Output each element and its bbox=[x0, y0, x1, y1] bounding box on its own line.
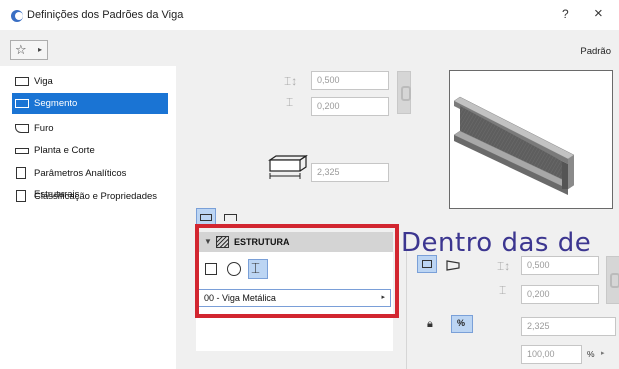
beam-width-icon: ⌶↕ bbox=[497, 259, 511, 273]
beam-length-icon bbox=[268, 154, 308, 179]
link-dimensions-toggle[interactable] bbox=[397, 71, 411, 114]
caret-right-icon[interactable]: ▸ bbox=[601, 349, 605, 357]
highlight-box bbox=[195, 224, 399, 318]
window-title: Definições dos Padrões da Viga bbox=[27, 9, 184, 21]
overlay-caption: Dentro das de bbox=[401, 228, 592, 258]
frame-icon bbox=[224, 214, 237, 221]
beam-icon bbox=[15, 77, 29, 86]
classification-icon bbox=[16, 190, 26, 202]
sidebar-item-label: Planta e Corte bbox=[34, 145, 95, 156]
app-logo-icon bbox=[11, 10, 23, 22]
beam-height-icon: ⌶ bbox=[499, 283, 507, 297]
right-width-input[interactable]: 0,500 bbox=[521, 256, 599, 275]
sidebar-item-planta-e-corte[interactable]: Planta e Corte bbox=[12, 140, 168, 161]
beam-height-input[interactable]: 0,200 bbox=[311, 97, 389, 116]
beam-height-icon: ⌶ bbox=[286, 95, 294, 109]
sidebar-item-furo[interactable]: Furo bbox=[12, 118, 168, 139]
rectangle-icon bbox=[200, 214, 212, 221]
sidebar-item-classificacao[interactable]: Classificação e Propriedades bbox=[12, 186, 168, 207]
sidebar-item-label: Furo bbox=[34, 123, 54, 134]
close-button[interactable]: × bbox=[594, 5, 603, 22]
favorites-button[interactable]: ☆ ▸ bbox=[10, 40, 48, 60]
rectangle-icon bbox=[422, 260, 432, 268]
sidebar-item-label: Classificação e Propriedades bbox=[34, 191, 158, 202]
percent-value-input[interactable]: 100,00 bbox=[521, 345, 582, 364]
beam-length-input[interactable]: 2,325 bbox=[311, 163, 389, 182]
right-height-input[interactable]: 0,200 bbox=[521, 285, 599, 304]
sidebar-item-segmento[interactable]: Segmento bbox=[12, 93, 168, 114]
beam-width-icon: ⌶↕ bbox=[284, 74, 298, 88]
preset-name: Padrão bbox=[580, 46, 611, 57]
right-length-input[interactable]: 2,325 bbox=[521, 317, 616, 336]
star-icon: ☆ bbox=[15, 42, 27, 57]
overlapping-settings-panel: ⌶↕ 0,500 ⌶ 0,200 🔒︎ % 2,325 100,00 % ▸ bbox=[406, 249, 619, 369]
sidebar-item-parametros-analiticos[interactable]: Parâmetros Analíticos Estruturais bbox=[12, 163, 168, 200]
percent-unit-label: % bbox=[587, 349, 595, 359]
right-link-toggle[interactable] bbox=[606, 256, 619, 304]
sidebar-item-viga[interactable]: Viga bbox=[12, 71, 168, 92]
percent-toggle[interactable]: % bbox=[451, 315, 473, 333]
sidebar-item-label: Viga bbox=[34, 76, 53, 87]
beam-3d-preview bbox=[449, 70, 613, 209]
structural-analytics-icon bbox=[16, 167, 26, 179]
lock-length-icon: 🔒︎ bbox=[427, 318, 433, 330]
floor-plan-icon bbox=[15, 148, 29, 154]
percent-icon: % bbox=[457, 318, 466, 328]
sidebar: Viga Segmento Furo Planta e Corte Parâme… bbox=[8, 66, 170, 369]
toolbar: ☆ ▸ Padrão bbox=[0, 30, 619, 66]
help-button[interactable]: ? bbox=[562, 7, 569, 21]
chevron-right-icon: ▸ bbox=[38, 45, 43, 54]
sidebar-item-label: Segmento bbox=[34, 98, 78, 109]
tapered-icon bbox=[446, 260, 460, 271]
hole-icon bbox=[15, 124, 29, 133]
title-bar: Definições dos Padrões da Viga ? × bbox=[0, 0, 619, 30]
segment-icon bbox=[15, 99, 29, 108]
beam-width-input[interactable]: 0,500 bbox=[311, 71, 389, 90]
beam-preview-image bbox=[453, 96, 575, 195]
